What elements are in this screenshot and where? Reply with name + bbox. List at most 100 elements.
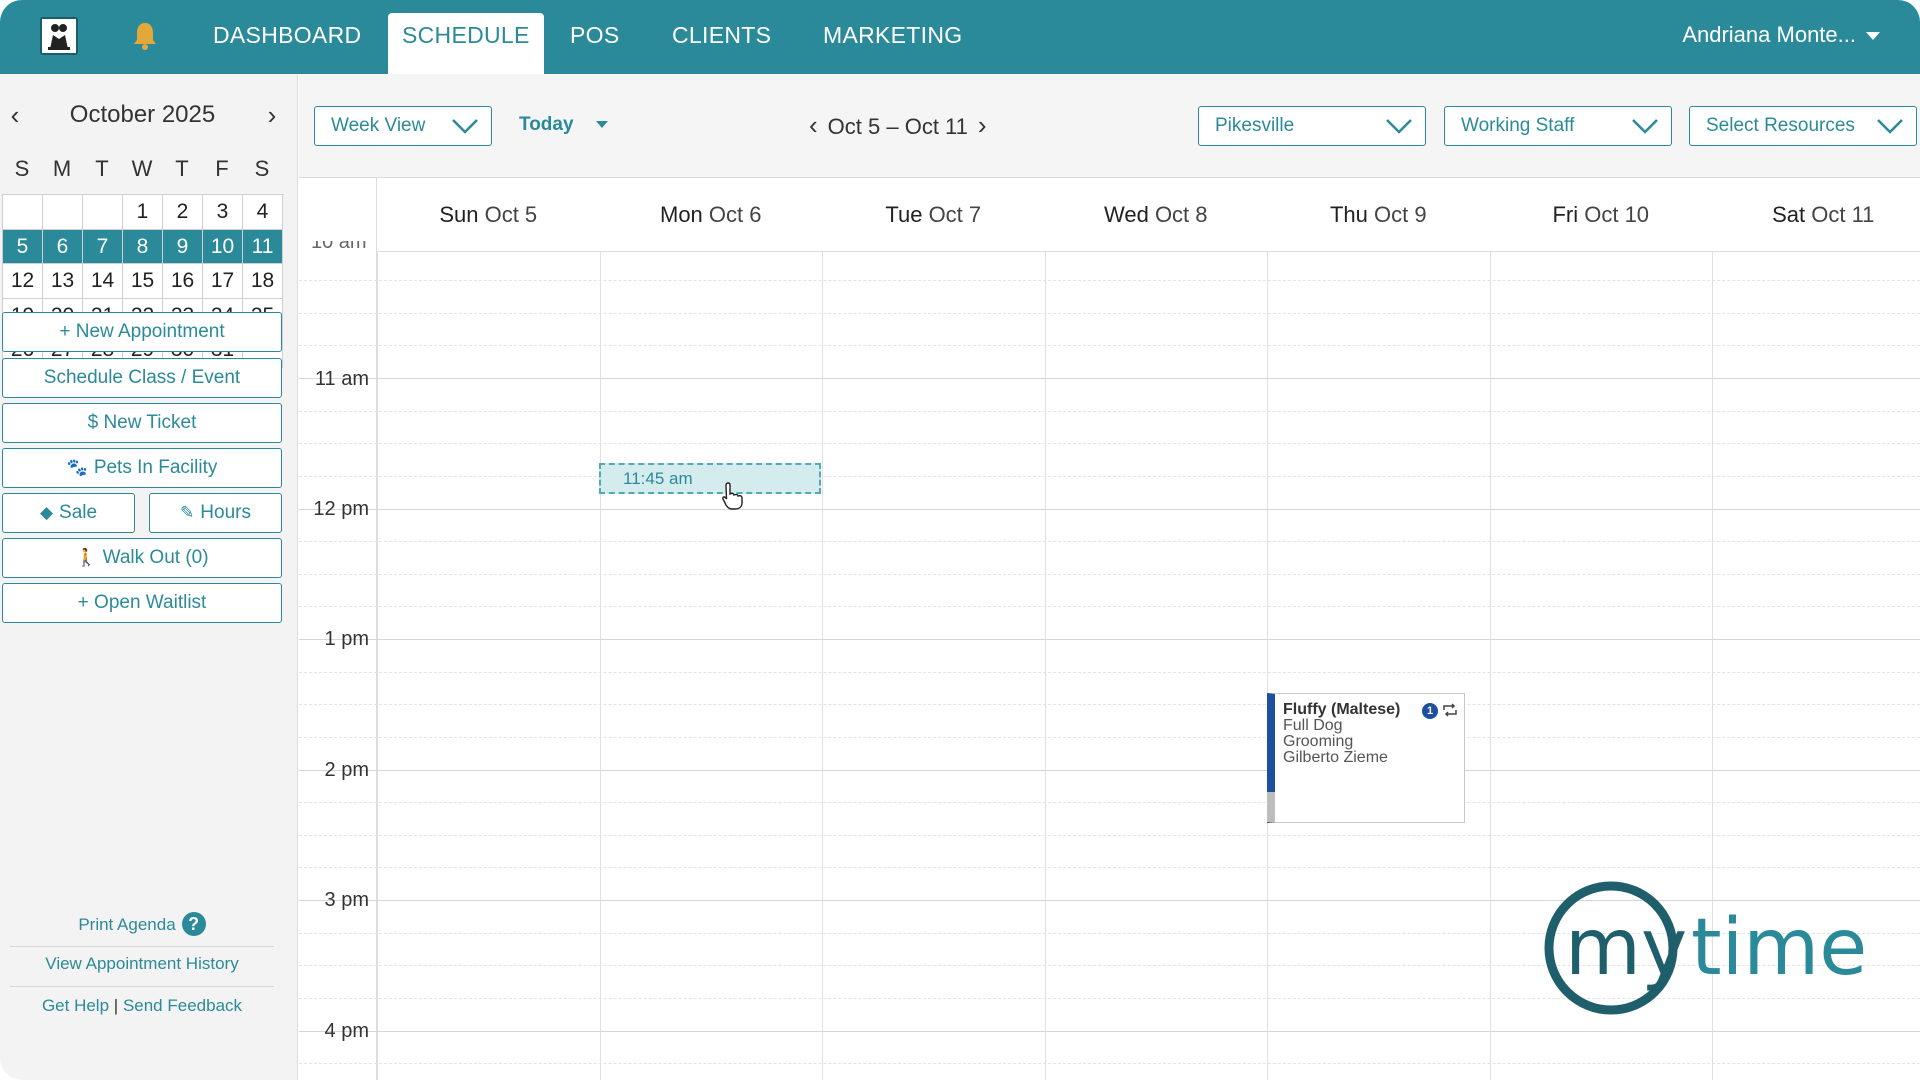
hours-label: Hours (200, 502, 251, 523)
appointment-staff: Gilberto Zieme (1283, 749, 1388, 766)
mini-calendar-day[interactable]: 18 (243, 264, 283, 299)
mini-calendar-day[interactable]: 13 (43, 264, 83, 299)
chevron-down-icon (1877, 119, 1903, 134)
quarter-hour-line (299, 573, 1920, 575)
mini-calendar-day[interactable]: 1 (123, 195, 163, 230)
mini-calendar-day[interactable]: 2 (163, 195, 203, 230)
top-navigation-bar: DASHBOARD SCHEDULE POS CLIENTS MARKETING… (0, 0, 1920, 74)
mini-calendar-day[interactable]: 5 (3, 229, 43, 264)
pencil-icon: ✎ (180, 503, 195, 522)
mini-calendar-day[interactable]: 15 (123, 264, 163, 299)
today-caret-icon[interactable] (595, 121, 608, 129)
chevron-down-icon (1386, 119, 1412, 134)
tag-icon: ◆ (39, 503, 54, 522)
mytime-watermark: my time (1544, 881, 1867, 1015)
day-header-tue[interactable]: Tue Oct 7 (822, 178, 1045, 252)
mini-calendar-day[interactable]: 11 (243, 229, 283, 264)
pets-in-facility-button[interactable]: 🐾 Pets In Facility (2, 448, 282, 488)
walk-out-label: Walk Out (0) (102, 547, 209, 568)
schedule-class-button[interactable]: Schedule Class / Event (2, 358, 282, 398)
mini-calendar-day[interactable]: 8 (123, 229, 163, 264)
watermark-time: time (1691, 903, 1867, 993)
mini-calendar-day[interactable]: 10 (203, 229, 243, 264)
staff-select-value: Working Staff (1461, 115, 1575, 136)
mini-calendar-day[interactable]: 9 (163, 229, 203, 264)
day-column-divider (822, 252, 823, 1080)
weekday-label: T (175, 156, 189, 181)
divider (10, 986, 274, 987)
open-waitlist-button[interactable]: + Open Waitlist (2, 583, 282, 623)
mini-calendar-day[interactable]: 7 (83, 229, 123, 264)
notifications-bell-icon[interactable] (130, 20, 160, 52)
sidebar: ‹ October 2025 › S M T W T F S 123456789… (0, 74, 298, 1080)
paw-icon: 🐾 (66, 458, 88, 477)
resources-select[interactable]: Select Resources (1689, 106, 1917, 146)
view-select-value: Week View (331, 115, 426, 136)
quarter-hour-line (299, 475, 1920, 477)
day-column-divider (1267, 252, 1268, 1080)
day-header-thu[interactable]: Thu Oct 9 (1267, 178, 1490, 252)
quarter-hour-line (299, 606, 1920, 608)
hours-button[interactable]: ✎ Hours (149, 493, 282, 533)
day-header-wed[interactable]: Wed Oct 8 (1044, 178, 1267, 252)
walk-out-button[interactable]: 🚶 Walk Out (0) (2, 538, 282, 578)
quarter-hour-line (299, 280, 1920, 282)
help-icon[interactable]: ? (181, 912, 206, 936)
appointment-status-bar (1267, 792, 1275, 822)
new-appointment-button[interactable]: + New Appointment (2, 312, 282, 352)
hover-time-slot[interactable]: 11:45 am (599, 463, 821, 494)
info-badge-icon[interactable]: 1 (1422, 703, 1438, 719)
sale-button[interactable]: ◆ Sale (2, 493, 135, 533)
staff-select[interactable]: Working Staff (1444, 106, 1672, 146)
mini-calendar-day[interactable]: 4 (243, 195, 283, 230)
prev-week-icon[interactable]: ‹ (809, 110, 818, 140)
resources-select-value: Select Resources (1706, 115, 1855, 136)
quarter-hour-line (299, 443, 1920, 445)
next-month-icon[interactable]: › (257, 98, 287, 132)
nav-schedule[interactable]: SCHEDULE (388, 13, 544, 74)
mini-calendar-day[interactable]: 3 (203, 195, 243, 230)
print-agenda-link[interactable]: Print Agenda (78, 915, 175, 934)
new-ticket-button[interactable]: $ New Ticket (2, 403, 282, 443)
watermark-my: my (1565, 903, 1687, 993)
hour-line (299, 639, 1920, 640)
schedule-toolbar: Week View Today ‹ Oct 5 – Oct 11 › Pikesvi… (299, 74, 1920, 178)
nav-marketing[interactable]: MARKETING (823, 0, 962, 74)
mini-calendar-day[interactable]: 6 (43, 229, 83, 264)
send-feedback-link[interactable]: Send Feedback (123, 996, 242, 1015)
day-header-sat[interactable]: Sat Oct 11 (1712, 178, 1920, 252)
user-menu[interactable]: Andriana Monte... (1682, 0, 1880, 70)
day-header-sun[interactable]: Sun Oct 5 (377, 178, 600, 252)
time-label: 4 pm (324, 1020, 369, 1042)
quarter-hour-line (299, 736, 1920, 738)
mini-calendar-day[interactable]: 14 (83, 264, 123, 299)
nav-pos[interactable]: POS (570, 0, 619, 74)
next-week-icon[interactable]: › (978, 110, 987, 140)
day-date: Oct 5 (484, 202, 538, 227)
quarter-hour-line (299, 704, 1920, 706)
mini-calendar-day[interactable]: 17 (203, 264, 243, 299)
day-header-mon[interactable]: Mon Oct 6 (599, 178, 822, 252)
week-calendar[interactable]: Sun Oct 5 Mon Oct 6 Tue Oct 7 Wed Oct 8 … (299, 178, 1920, 1080)
mini-calendar-day[interactable]: 16 (163, 264, 203, 299)
nav-clients[interactable]: CLIENTS (672, 0, 771, 74)
date-range-label: Oct 5 – Oct 11 (827, 114, 968, 139)
mini-calendar-empty-cell (43, 195, 83, 230)
appointment-card[interactable]: Fluffy (Maltese) Full Dog Grooming Gilbe… (1267, 693, 1465, 823)
help-links-row: Get Help | Send Feedback (10, 996, 274, 1016)
mini-calendar-day[interactable]: 12 (3, 264, 43, 299)
day-header-fri[interactable]: Fri Oct 10 (1489, 178, 1712, 252)
time-label: 11 am (314, 368, 369, 390)
appointment-service-type: Grooming (1283, 733, 1354, 750)
view-appointment-history-link[interactable]: View Appointment History (10, 954, 274, 974)
nav-dashboard[interactable]: DASHBOARD (213, 0, 361, 74)
get-help-link[interactable]: Get Help (42, 996, 109, 1015)
quarter-hour-line (299, 345, 1920, 347)
view-select[interactable]: Week View (314, 106, 492, 146)
today-button[interactable]: Today (519, 114, 608, 136)
location-select[interactable]: Pikesville (1198, 106, 1426, 146)
quarter-hour-line (299, 867, 1920, 869)
business-logo[interactable] (40, 17, 78, 55)
mini-calendar-weekdays: S M T W T F S (2, 156, 282, 182)
day-name: Sat (1772, 202, 1806, 227)
